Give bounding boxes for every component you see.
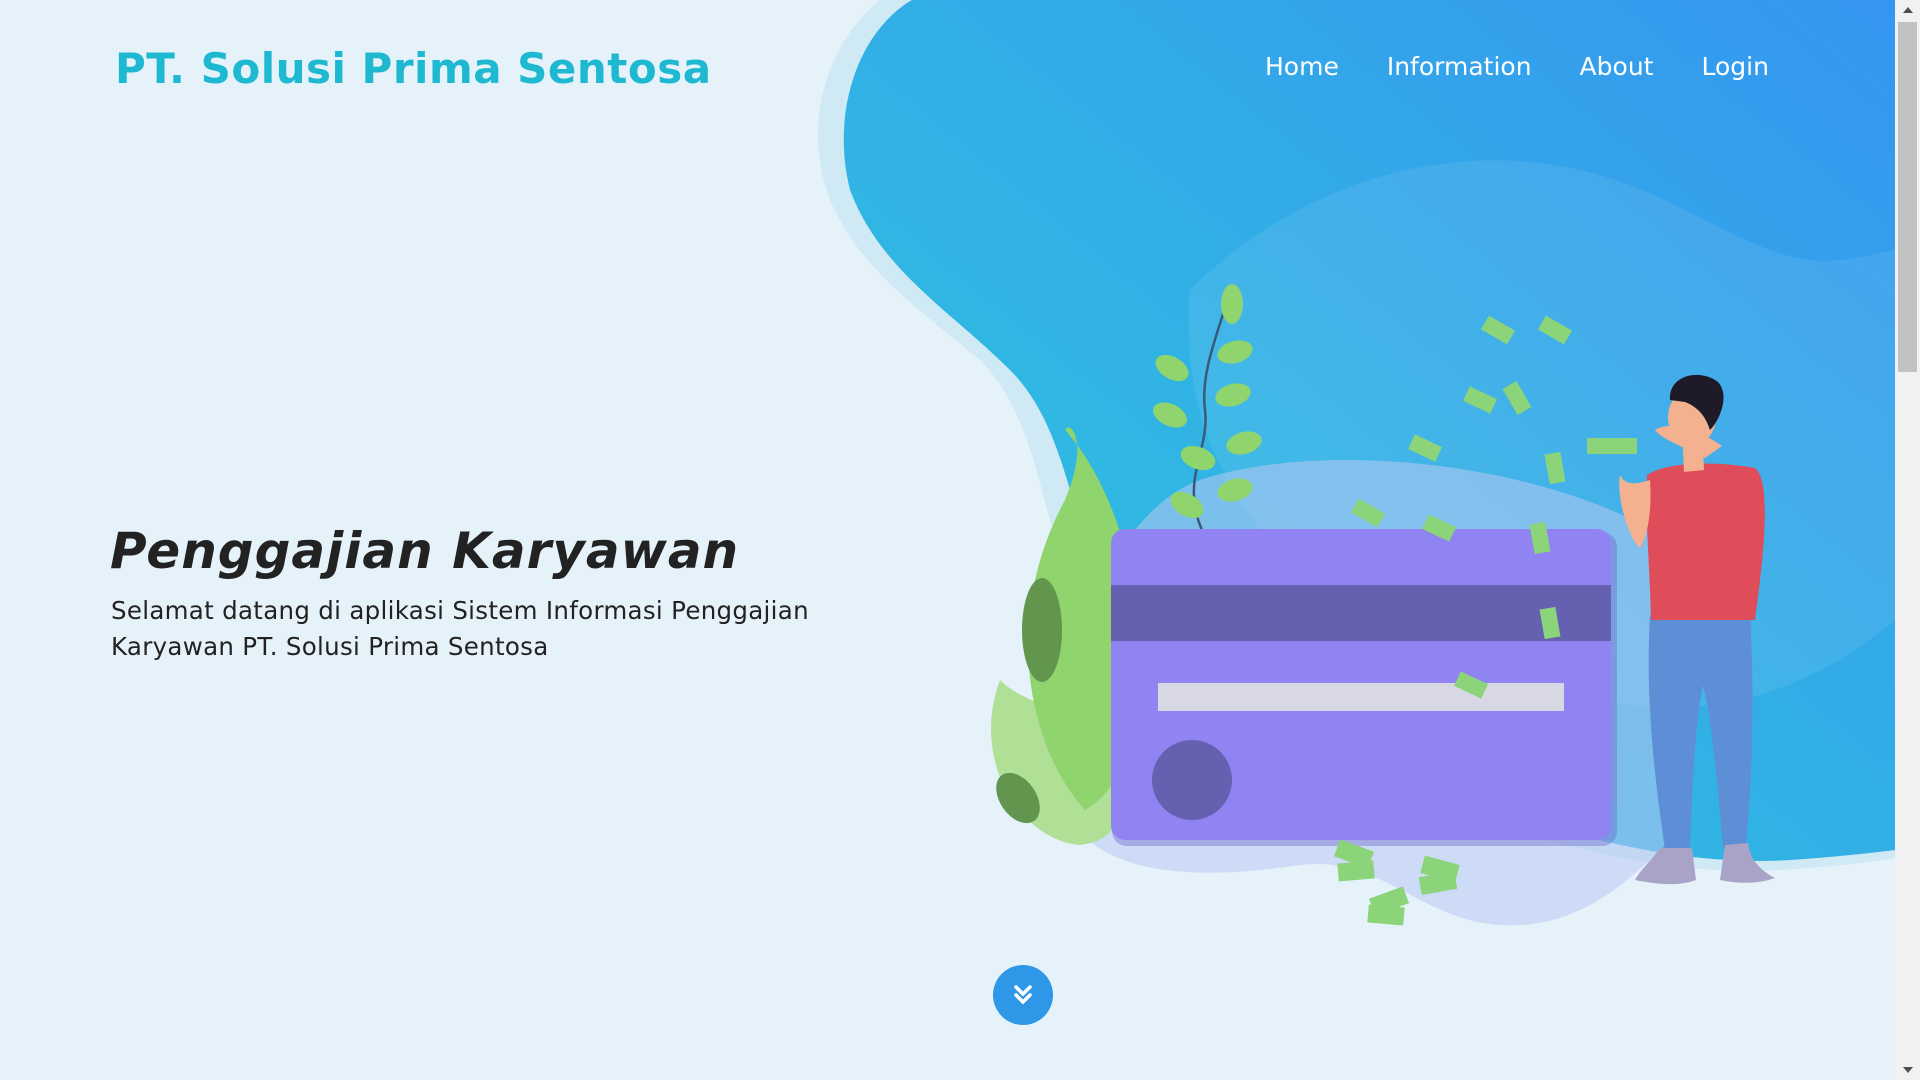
scroll-up-arrow[interactable]	[1895, 0, 1920, 20]
landing-page: PT. Solusi Prima Sentosa Home Informatio…	[0, 0, 1895, 1080]
card-magnetic-stripe	[1111, 585, 1611, 641]
nav-home[interactable]: Home	[1265, 52, 1339, 81]
person-pants	[1648, 613, 1753, 850]
hero-subtitle: Selamat datang di aplikasi Sistem Inform…	[111, 596, 809, 661]
nav-login[interactable]: Login	[1701, 52, 1768, 81]
vertical-scrollbar[interactable]	[1895, 0, 1920, 1080]
nav-about[interactable]: About	[1580, 52, 1654, 81]
card-chip	[1152, 740, 1232, 820]
scroll-down-button[interactable]	[993, 965, 1053, 1025]
hero-title: Penggajian Karyawan	[110, 522, 740, 580]
person-shirt	[1646, 463, 1765, 620]
double-chevron-down-icon	[1014, 985, 1032, 1005]
leaf-spot	[1022, 578, 1062, 682]
main-nav: Home Information About Login	[1265, 52, 1769, 81]
scroll-down-arrow[interactable]	[1895, 1060, 1920, 1080]
card-signature-strip	[1158, 683, 1564, 711]
scrollbar-thumb[interactable]	[1898, 22, 1917, 372]
payroll-illustration	[991, 284, 1775, 926]
brand-title[interactable]: PT. Solusi Prima Sentosa	[115, 44, 712, 93]
held-banknotes	[1587, 438, 1637, 454]
right-shoe	[1720, 843, 1775, 883]
nav-information[interactable]: Information	[1387, 52, 1532, 81]
